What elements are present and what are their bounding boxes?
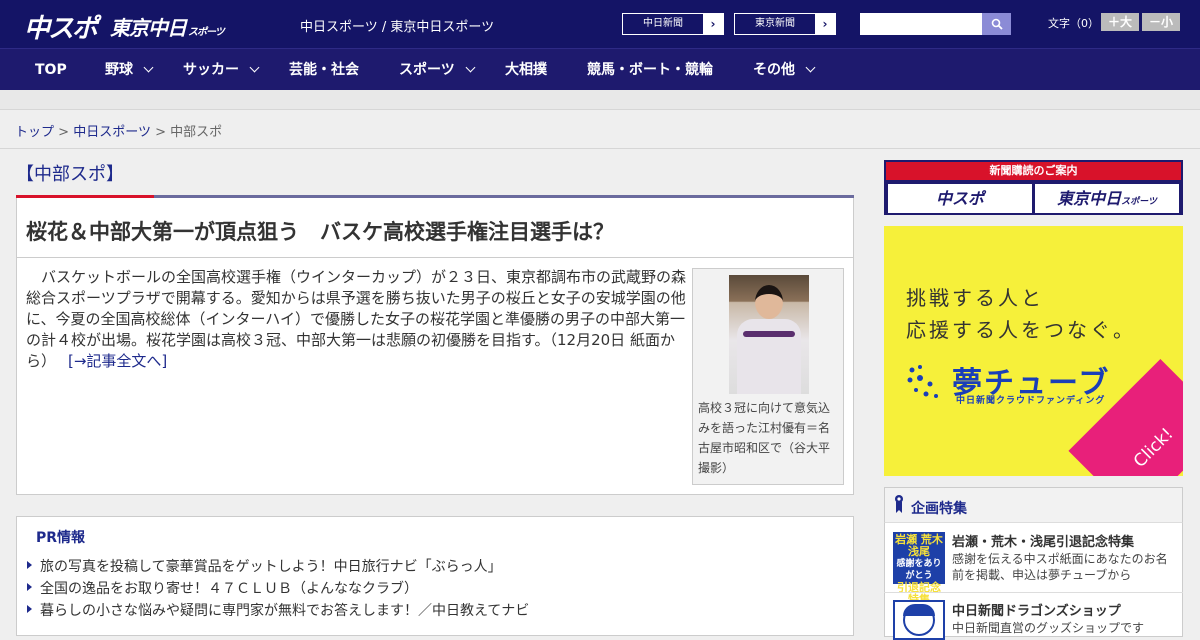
photo-head: [755, 285, 783, 319]
search-input[interactable]: [860, 13, 982, 35]
pr-link[interactable]: 暮らしの小さな悩みや疑問に専門家が無料でお答えします！／中日教えてナビ: [26, 600, 529, 620]
ad-subtitle: 中日新聞クラウドファンディング: [956, 396, 1106, 406]
font-smaller-button[interactable]: －小: [1142, 13, 1180, 31]
dragons-shop-thumbnail[interactable]: [893, 600, 945, 640]
chuspo-logo[interactable]: 中スポ: [24, 8, 98, 45]
subscription-title: 新聞購読のご案内: [886, 162, 1181, 180]
divider: [884, 592, 1183, 593]
tokyo-shimbun-label: 東京新聞: [755, 18, 795, 29]
tokyo-shimbun-button[interactable]: 東京新聞 ›: [734, 13, 836, 35]
search-button[interactable]: [982, 13, 1011, 35]
subscribe-tokyo-text: 東京中日: [1057, 189, 1122, 208]
font-bigger-button[interactable]: ＋大: [1101, 13, 1139, 31]
feature-item-title[interactable]: 岩瀬・荒木・浅尾引退記念特集: [952, 531, 1134, 550]
chevron-right-icon: ›: [815, 14, 835, 34]
subscribe-tokyo-link[interactable]: 東京中日スポーツ: [1035, 184, 1179, 213]
nav-label: 野球: [105, 62, 133, 78]
breadcrumb-current: 中部スポ: [170, 125, 223, 140]
pr-link[interactable]: 旅の写真を投稿して豪華賞品をゲットしよう！中日旅行ナビ「ぶらっ人」: [27, 556, 502, 576]
chevron-right-icon: ›: [703, 14, 723, 34]
nav-item-sumo[interactable]: 大相撲: [505, 49, 547, 91]
nav-item-top[interactable]: TOP: [35, 49, 67, 91]
feature-item-desc: 中日新聞直営のグッズショップです: [952, 621, 1145, 635]
yume-tube-ad[interactable]: 挑戦する人と 応援する人をつなぐ。 夢チューブ 中日新聞クラウドファンディング: [884, 226, 1183, 476]
tokyo-logo-small: スポーツ: [188, 27, 225, 38]
nav-item-sports[interactable]: スポーツ: [399, 49, 476, 91]
site-name: 中日スポーツ / 東京中日スポーツ: [300, 20, 495, 35]
chevron-down-icon: [143, 62, 154, 73]
photo-caption: 高校３冠に向けて意気込みを語った江村優有＝名古屋市昭和区で（谷大平撮影）: [698, 401, 831, 475]
nav-label: 大相撲: [505, 62, 547, 78]
search-icon: [991, 18, 1003, 30]
feature-item-desc: 感謝を伝える中スポ紙面にあなたのお名前を掲載、申込は夢チューブから: [952, 552, 1168, 582]
sub-nav-bar: [0, 90, 1200, 110]
font-size-label: 文字（0）: [1048, 17, 1099, 30]
nav-item-soccer[interactable]: サッカー: [183, 49, 260, 91]
retirement-special-thumbnail[interactable]: 岩瀬 荒木 浅尾 感謝をありがとう 引退記念特集: [893, 532, 945, 606]
divider: [16, 257, 854, 258]
feature-item-title[interactable]: 中日新聞ドラゴンズショップ: [952, 600, 1121, 619]
ribbon-icon: [895, 495, 903, 513]
nav-label: 芸能・社会: [289, 62, 359, 78]
tokyo-logo-text: 東京中日: [110, 16, 187, 40]
section-title: 【中部スポ】: [16, 164, 124, 185]
article-lead: バスケットボールの全国高校選手権（ウインターカップ）が２３日、東京都調布市の武蔵…: [26, 267, 686, 372]
main-nav: TOP 野球 サッカー 芸能・社会 スポーツ 大相撲 競馬・ボート・競輪 その他: [0, 48, 1200, 90]
breadcrumb-home-link[interactable]: トップ: [15, 125, 54, 140]
tokyo-chunichi-logo[interactable]: 東京中日 スポーツ: [110, 12, 225, 41]
nav-label: その他: [753, 62, 795, 78]
pr-link[interactable]: 全国の逸品をお取り寄せ！４７ＣＬＵＢ（よんななクラブ）: [27, 578, 418, 598]
breadcrumb-separator: >: [155, 125, 166, 140]
nav-label: 競馬・ボート・競輪: [587, 62, 713, 78]
chunichi-shimbun-button[interactable]: 中日新聞 ›: [622, 13, 724, 35]
feature-title: 企画特集: [911, 501, 967, 517]
nav-item-entertainment[interactable]: 芸能・社会: [289, 49, 359, 91]
nav-label: TOP: [35, 62, 67, 78]
subscribe-tokyo-small: スポーツ: [1121, 197, 1157, 207]
ad-copy-line: 挑戦する人と: [906, 286, 1044, 310]
nav-item-racing[interactable]: 競馬・ボート・競輪: [587, 49, 713, 91]
nav-label: スポーツ: [399, 62, 455, 78]
thumb-text: 感謝をありがとう: [896, 559, 942, 581]
dots-logo-icon: [907, 365, 938, 398]
subscription-banner[interactable]: 新聞購読のご案内 中スポ 東京中日スポーツ: [884, 160, 1183, 215]
chevron-down-icon: [465, 62, 476, 73]
pr-title: PR情報: [36, 530, 86, 546]
mascot-cap: [903, 604, 935, 616]
subscribe-chuspo-link[interactable]: 中スポ: [888, 184, 1032, 213]
breadcrumb: トップ > 中日スポーツ > 中部スポ: [15, 121, 222, 140]
nav-item-other[interactable]: その他: [753, 49, 816, 91]
photo-shirt-print: [743, 331, 795, 337]
read-more-link[interactable]: [→記事全文へ]: [68, 352, 167, 370]
chevron-down-icon: [805, 62, 816, 73]
breadcrumb-section-link[interactable]: 中日スポーツ: [73, 125, 151, 140]
breadcrumb-separator: >: [58, 125, 70, 140]
ad-copy-line: 応援する人をつなぐ。: [906, 318, 1136, 342]
nav-label: サッカー: [183, 62, 239, 78]
nav-item-baseball[interactable]: 野球: [105, 49, 154, 91]
thumb-text: 岩瀬 荒木 浅尾: [895, 533, 943, 558]
article-headline[interactable]: 桜花＆中部大第一が頂点狙う バスケ高校選手権注目選手は？: [26, 216, 614, 246]
chunichi-shimbun-label: 中日新聞: [643, 18, 683, 29]
article-photo[interactable]: [729, 275, 809, 394]
chevron-down-icon: [249, 62, 260, 73]
